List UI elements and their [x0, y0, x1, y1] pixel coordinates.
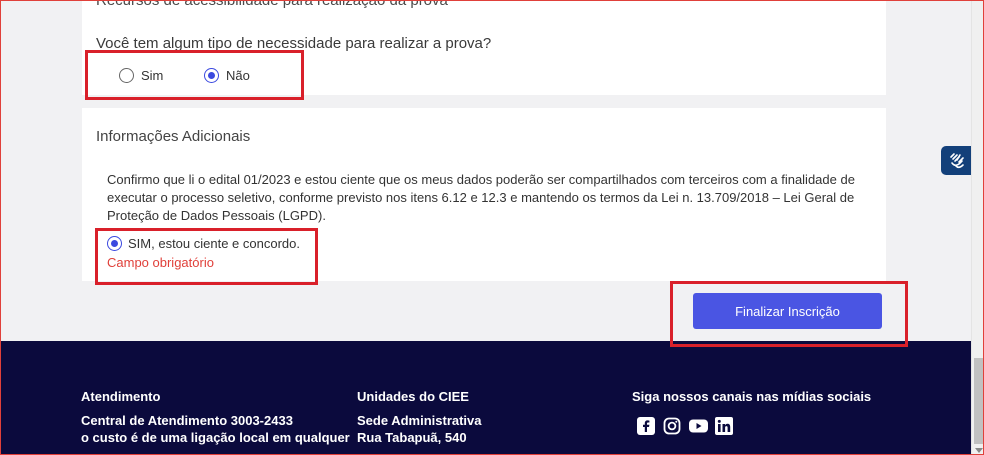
radio-nao-label: Não — [226, 68, 250, 83]
linkedin-icon[interactable] — [714, 416, 734, 436]
footer-unidades: Unidades do CIEE Sede Administrativa Rua… — [357, 389, 482, 446]
consent-text: Confirmo que li o edital 01/2023 e estou… — [107, 172, 855, 223]
site-footer: Atendimento Central de Atendimento 3003-… — [0, 341, 971, 455]
scroll-down-arrow-icon[interactable] — [975, 448, 983, 453]
footer-sede-label: Sede Administrativa — [357, 413, 482, 428]
instagram-icon[interactable] — [662, 416, 682, 436]
required-field-message: Campo obrigatório — [107, 255, 214, 270]
footer-atendimento-line2: o custo é de uma ligação local em qualqu… — [81, 430, 350, 445]
footer-phone-number[interactable]: 3003-2433 — [231, 413, 293, 428]
scrollbar-thumb[interactable] — [974, 358, 983, 444]
footer-unidades-heading: Unidades do CIEE — [357, 389, 469, 404]
footer-central-label: Central de Atendimento — [81, 413, 231, 428]
additional-info-title: Informações Adicionais — [96, 128, 251, 145]
page-scrollbar[interactable] — [971, 0, 984, 455]
radio-sim-indicator[interactable] — [119, 68, 134, 83]
facebook-icon[interactable] — [636, 416, 656, 436]
consent-radio-indicator[interactable] — [107, 236, 122, 251]
footer-social-heading: Siga nossos canais nas mídias sociais — [632, 389, 872, 404]
consent-radio-label: SIM, estou ciente e concordo. — [128, 236, 300, 251]
sign-language-button[interactable] — [941, 146, 972, 175]
footer-sede-address: Rua Tabapuã, 540 — [357, 430, 467, 445]
accessibility-section-title: Recursos de acessibilidade para realizaç… — [96, 0, 448, 9]
finalizar-inscricao-button[interactable]: Finalizar Inscrição — [693, 293, 882, 329]
youtube-icon[interactable] — [688, 416, 708, 436]
accessibility-question: Você tem algum tipo de necessidade para … — [96, 35, 492, 52]
radio-sim-label: Sim — [141, 68, 164, 83]
social-icons — [636, 416, 734, 436]
additional-info-card: Informações Adicionais Confirmo que li o… — [82, 108, 886, 281]
consent-radio[interactable]: SIM, estou ciente e concordo. — [107, 236, 300, 251]
radio-option-nao[interactable]: Não — [204, 68, 250, 83]
footer-atendimento: Atendimento Central de Atendimento 3003-… — [81, 389, 350, 446]
sign-language-icon — [949, 152, 964, 168]
accessibility-card: Recursos de acessibilidade para realizaç… — [82, 0, 886, 95]
footer-social: Siga nossos canais nas mídias sociais — [632, 389, 871, 404]
footer-atendimento-line1: Central de Atendimento 3003-2433 — [81, 412, 350, 429]
radio-option-sim[interactable]: Sim — [119, 68, 163, 83]
footer-atendimento-heading: Atendimento — [81, 389, 161, 404]
radio-nao-indicator[interactable] — [204, 68, 219, 83]
